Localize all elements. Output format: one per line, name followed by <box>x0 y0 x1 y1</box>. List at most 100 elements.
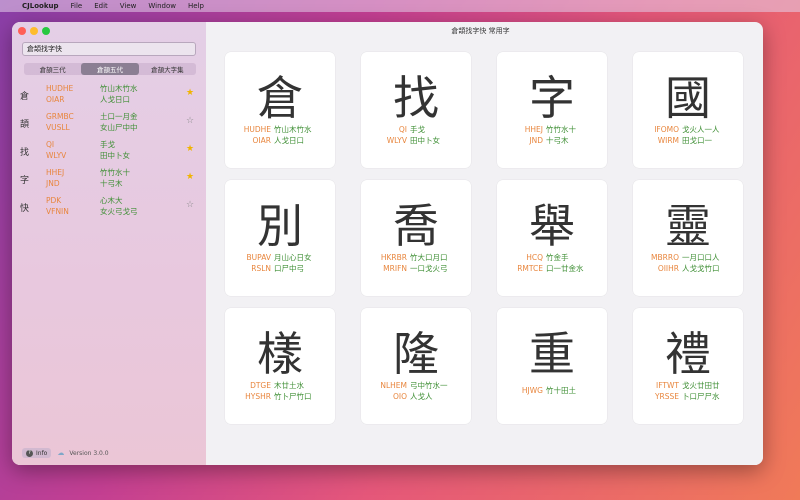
list-item-root: 女山尸中中 <box>100 123 138 132</box>
character-card[interactable]: 字 HHEJ 竹竹水十 JND 十弓木 <box>497 52 607 168</box>
list-item-codes: QI WLYV <box>46 139 66 161</box>
list-item[interactable]: 字 HHEJ JND 竹竹水十 十弓木 ★ <box>12 166 206 194</box>
card-character: 倉 <box>257 71 303 125</box>
card-code: YRSSE <box>654 392 679 401</box>
list-item[interactable]: 頡 GRMBC VUSLL 土口一月金 女山尸中中 ☆ <box>12 110 206 138</box>
card-code: HYSHR <box>245 392 271 401</box>
card-code: QI <box>398 125 407 134</box>
character-card[interactable]: 國 IFOMO 戈火人一人 WIRM 田戈口一 <box>633 52 743 168</box>
card-code: IFOMO <box>654 125 679 134</box>
character-card[interactable]: 靈 MBRRO 一月口口人 OIIHR 人戈戈竹口 <box>633 180 743 296</box>
cloud-icon: ☁ <box>57 449 65 457</box>
segment-cangjie-5[interactable]: 倉頡五代 <box>81 63 139 75</box>
character-card[interactable]: 別 BUPAV 月山心日女 RSLN 口尸中弓 <box>225 180 335 296</box>
list-item-roots: 竹山木竹水 人戈日口 <box>100 83 138 105</box>
star-outline-icon[interactable]: ☆ <box>186 116 194 126</box>
character-card[interactable]: 隆 NLHEM 弓中竹水一 OIO 人戈人 <box>361 308 471 424</box>
card-code: OIAR <box>252 136 271 145</box>
list-item-code: VUSLL <box>46 123 70 132</box>
list-item-roots: 手戈 田中卜女 <box>100 139 130 161</box>
menu-window[interactable]: Window <box>148 2 176 10</box>
menu-edit[interactable]: Edit <box>94 2 108 10</box>
list-item-roots: 土口一月金 女山尸中中 <box>100 111 138 133</box>
list-item[interactable]: 倉 HUDHE OIAR 竹山木竹水 人戈日口 ★ <box>12 82 206 110</box>
card-root: 口尸中弓 <box>274 264 304 273</box>
card-root: 竹金手 <box>546 253 569 262</box>
star-filled-icon[interactable]: ★ <box>186 88 194 98</box>
segment-cangjie-3[interactable]: 倉頡三代 <box>24 63 81 75</box>
info-button-label: Info <box>36 449 48 457</box>
list-item-code: HHEJ <box>46 168 65 177</box>
card-code: JND <box>529 136 543 145</box>
character-card[interactable]: 找 QI 手戈 WLYV 田中卜女 <box>361 52 471 168</box>
card-root: 弓中竹水一 <box>410 381 448 390</box>
app-window: 倉頡三代 倉頡五代 倉頡大字集 倉 HUDHE OIAR 竹山木竹水 人戈日口 … <box>12 22 763 465</box>
card-root: 木廿土水 <box>274 381 304 390</box>
card-root: 竹大口月口 <box>410 253 448 262</box>
card-root: 人戈戈竹口 <box>682 264 720 273</box>
card-code: RSLN <box>251 264 271 273</box>
star-filled-icon[interactable]: ★ <box>186 144 194 154</box>
menu-app[interactable]: CJLookup <box>22 2 58 10</box>
card-root: 竹山木竹水 <box>274 125 312 134</box>
card-code: NLHEM <box>380 381 407 390</box>
card-root: 竹卜尸竹口 <box>274 392 312 401</box>
card-character: 字 <box>529 71 575 125</box>
card-codes: HUDHE 竹山木竹水 OIAR 人戈日口 <box>225 124 335 146</box>
version-label: Version 3.0.0 <box>69 449 109 457</box>
card-code: HJWG <box>521 386 543 395</box>
search-input[interactable] <box>22 42 196 56</box>
star-filled-icon[interactable]: ★ <box>186 172 194 182</box>
segment-cangjie-large[interactable]: 倉頡大字集 <box>139 63 196 75</box>
character-card[interactable]: 重 HJWG 竹十田土 <box>497 308 607 424</box>
sidebar-footer: ? Info ☁ Version 3.0.0 <box>22 448 109 458</box>
list-item-root: 十弓木 <box>100 179 123 188</box>
list-item-code: WLYV <box>46 151 67 160</box>
question-icon: ? <box>26 449 33 457</box>
card-codes: HJWG 竹十田土 <box>497 385 607 396</box>
list-item-root: 竹竹水十 <box>100 168 130 177</box>
list-item-root: 女火弓戈弓 <box>100 207 138 216</box>
character-grid: 倉 HUDHE 竹山木竹水 OIAR 人戈日口 找 QI 手戈 WLYV 田中卜女 字 … <box>206 40 763 465</box>
zoom-window-button[interactable] <box>42 27 50 35</box>
list-item[interactable]: 找 QI WLYV 手戈 田中卜女 ★ <box>12 138 206 166</box>
list-item[interactable]: 快 PDK VFNIN 心木大 女火弓戈弓 ☆ <box>12 194 206 222</box>
card-code: HCQ <box>526 253 543 262</box>
character-card[interactable]: 樣 DTGE 木廿土水 HYSHR 竹卜尸竹口 <box>225 308 335 424</box>
character-card[interactable]: 舉 HCQ 竹金手 RMTCE 口一廿金水 <box>497 180 607 296</box>
character-card[interactable]: 倉 HUDHE 竹山木竹水 OIAR 人戈日口 <box>225 52 335 168</box>
card-root: 人戈日口 <box>274 136 304 145</box>
card-character: 找 <box>393 71 439 125</box>
card-character: 重 <box>529 327 575 381</box>
character-list: 倉 HUDHE OIAR 竹山木竹水 人戈日口 ★ 頡 GRMBC VUSLL <box>12 82 206 222</box>
close-window-button[interactable] <box>18 27 26 35</box>
list-item-code: PDK <box>46 196 62 205</box>
minimize-window-button[interactable] <box>30 27 38 35</box>
menu-file[interactable]: File <box>70 2 82 10</box>
card-character: 禮 <box>665 327 711 381</box>
card-root: 人戈人 <box>410 392 433 401</box>
card-character: 國 <box>665 71 711 125</box>
menu-help[interactable]: Help <box>188 2 204 10</box>
list-item-root: 竹山木竹水 <box>100 84 138 93</box>
card-code: BUPAV <box>246 253 271 262</box>
card-character: 喬 <box>393 199 439 253</box>
card-code: MRIFN <box>383 264 407 273</box>
card-code: HKRBR <box>380 253 407 262</box>
list-item-code: OIAR <box>46 95 65 104</box>
info-button[interactable]: ? Info <box>22 448 52 458</box>
card-codes: IFTWT 戈火廿田廿 YRSSE 卜口尸尸水 <box>633 380 743 402</box>
card-code: DTGE <box>250 381 271 390</box>
character-card[interactable]: 喬 HKRBR 竹大口月口 MRIFN 一口戈火弓 <box>361 180 471 296</box>
list-item-root: 人戈日口 <box>100 95 130 104</box>
list-item-char: 找 <box>20 148 30 158</box>
list-item-roots: 竹竹水十 十弓木 <box>100 167 130 189</box>
character-card[interactable]: 禮 IFTWT 戈火廿田廿 YRSSE 卜口尸尸水 <box>633 308 743 424</box>
card-character: 樣 <box>257 327 303 381</box>
window-title: 倉頡找字快 常用字 <box>451 27 510 35</box>
card-root: 竹竹水十 <box>546 125 576 134</box>
menu-view[interactable]: View <box>120 2 137 10</box>
star-outline-icon[interactable]: ☆ <box>186 200 194 210</box>
card-root: 口一廿金水 <box>546 264 584 273</box>
list-item-code: GRMBC <box>46 112 74 121</box>
